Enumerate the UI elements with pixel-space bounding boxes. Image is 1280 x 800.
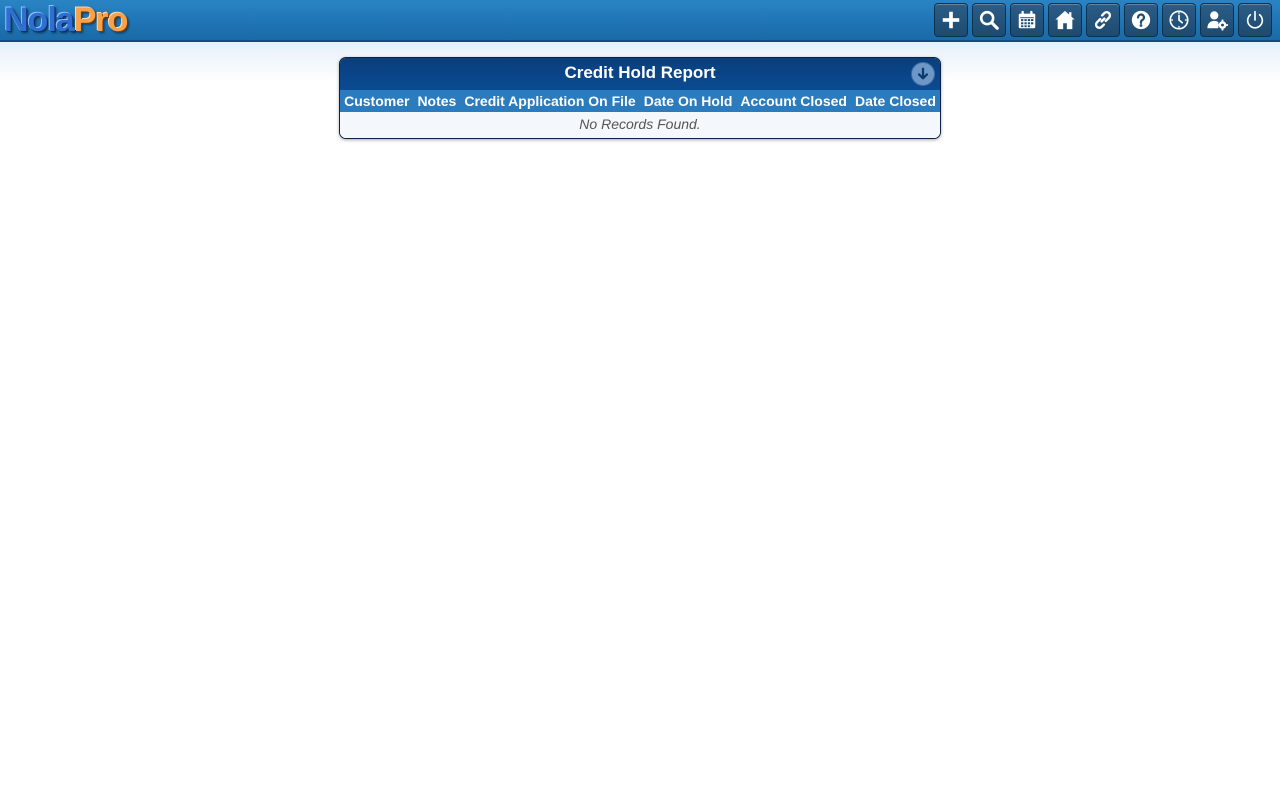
search-icon	[979, 10, 999, 30]
time-button[interactable]	[1162, 3, 1196, 37]
column-header-notes[interactable]: Notes	[417, 93, 456, 109]
user-gear-icon	[1207, 11, 1228, 31]
column-header-credit-application[interactable]: Credit Application On File	[464, 93, 635, 109]
home-button[interactable]	[1048, 3, 1082, 37]
power-icon	[1246, 10, 1264, 29]
add-button[interactable]	[934, 3, 968, 37]
logo-text-nola: Nola	[4, 1, 75, 39]
logout-button[interactable]	[1238, 3, 1272, 37]
logo-text-pro: Pro	[73, 1, 129, 39]
user-settings-button[interactable]	[1200, 3, 1234, 37]
top-navigation-bar: NolaPro	[0, 0, 1280, 42]
plus-icon	[942, 11, 960, 29]
download-icon	[917, 67, 929, 80]
links-button[interactable]	[1086, 3, 1120, 37]
credit-hold-report-panel: Credit Hold Report Customer Notes Credit…	[339, 57, 941, 139]
link-icon	[1094, 11, 1112, 29]
report-column-headers: Customer Notes Credit Application On Fil…	[340, 90, 940, 112]
clock-icon	[1169, 10, 1189, 30]
search-button[interactable]	[972, 3, 1006, 37]
report-title: Credit Hold Report	[340, 58, 940, 90]
column-header-account-closed[interactable]: Account Closed	[740, 93, 847, 109]
calendar-icon	[1018, 10, 1036, 29]
toolbar	[934, 3, 1272, 37]
calendar-button[interactable]	[1010, 3, 1044, 37]
column-header-date-closed[interactable]: Date Closed	[855, 93, 936, 109]
home-icon	[1055, 10, 1075, 30]
column-header-customer[interactable]: Customer	[344, 93, 409, 109]
question-icon	[1131, 10, 1151, 30]
download-button[interactable]	[911, 62, 935, 86]
column-header-date-on-hold[interactable]: Date On Hold	[644, 93, 733, 109]
help-button[interactable]	[1124, 3, 1158, 37]
no-records-message: No Records Found.	[340, 112, 940, 138]
nolapro-logo[interactable]: NolaPro	[4, 0, 129, 40]
